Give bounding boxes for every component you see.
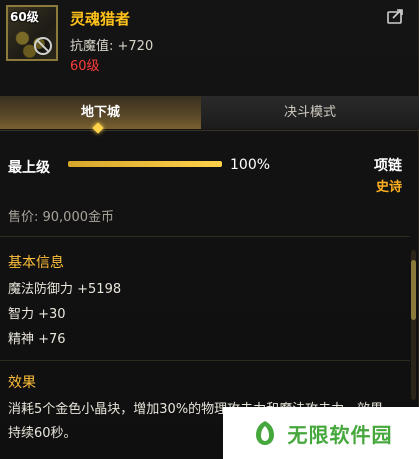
tab-duel-mode[interactable]: 决斗模式: [201, 96, 419, 129]
upgrade-grade-label: 最上级: [8, 160, 50, 176]
attr-spirit: 精神 +76: [8, 332, 66, 347]
attr-intelligence: 智力 +30: [8, 307, 66, 322]
upgrade-progress-fill: [68, 161, 222, 167]
share-icon[interactable]: [387, 8, 405, 24]
item-icon[interactable]: 60级: [6, 5, 58, 61]
effect-title: 效果: [8, 375, 36, 391]
divider: [0, 236, 410, 237]
equipment-slot-type: 项链: [374, 158, 402, 174]
item-rarity: 史诗: [375, 180, 402, 195]
attr-magic-defense: 魔法防御力 +5198: [8, 282, 122, 297]
item-name: 灵魂猎者: [70, 10, 131, 28]
item-tooltip-panel: 60级 灵魂猎者 抗魔值: +720 60级 地下城 决斗模式 最上级 100%…: [0, 0, 419, 459]
basic-info-title: 基本信息: [8, 255, 64, 271]
upgrade-progress-percent: 100%: [230, 157, 271, 173]
upgrade-progress-bar: [68, 161, 222, 167]
watermark-text: 无限软件园: [287, 422, 393, 447]
mode-tabs: 地下城 决斗模式: [0, 96, 419, 131]
item-stat-line: 抗魔值: +720: [70, 39, 154, 54]
scrollbar[interactable]: [411, 250, 416, 400]
scrollbar-thumb[interactable]: [411, 260, 416, 320]
divider: [0, 360, 410, 361]
sell-price: 售价: 90,000金币: [8, 210, 114, 225]
watermark: 无限软件园: [223, 407, 419, 459]
item-icon-level: 60级: [10, 10, 39, 24]
no-trade-icon: [34, 37, 52, 55]
item-header: 60级 灵魂猎者 抗魔值: +720 60级: [0, 0, 419, 86]
required-level: 60级: [70, 59, 100, 74]
watermark-logo-icon: [255, 421, 274, 445]
